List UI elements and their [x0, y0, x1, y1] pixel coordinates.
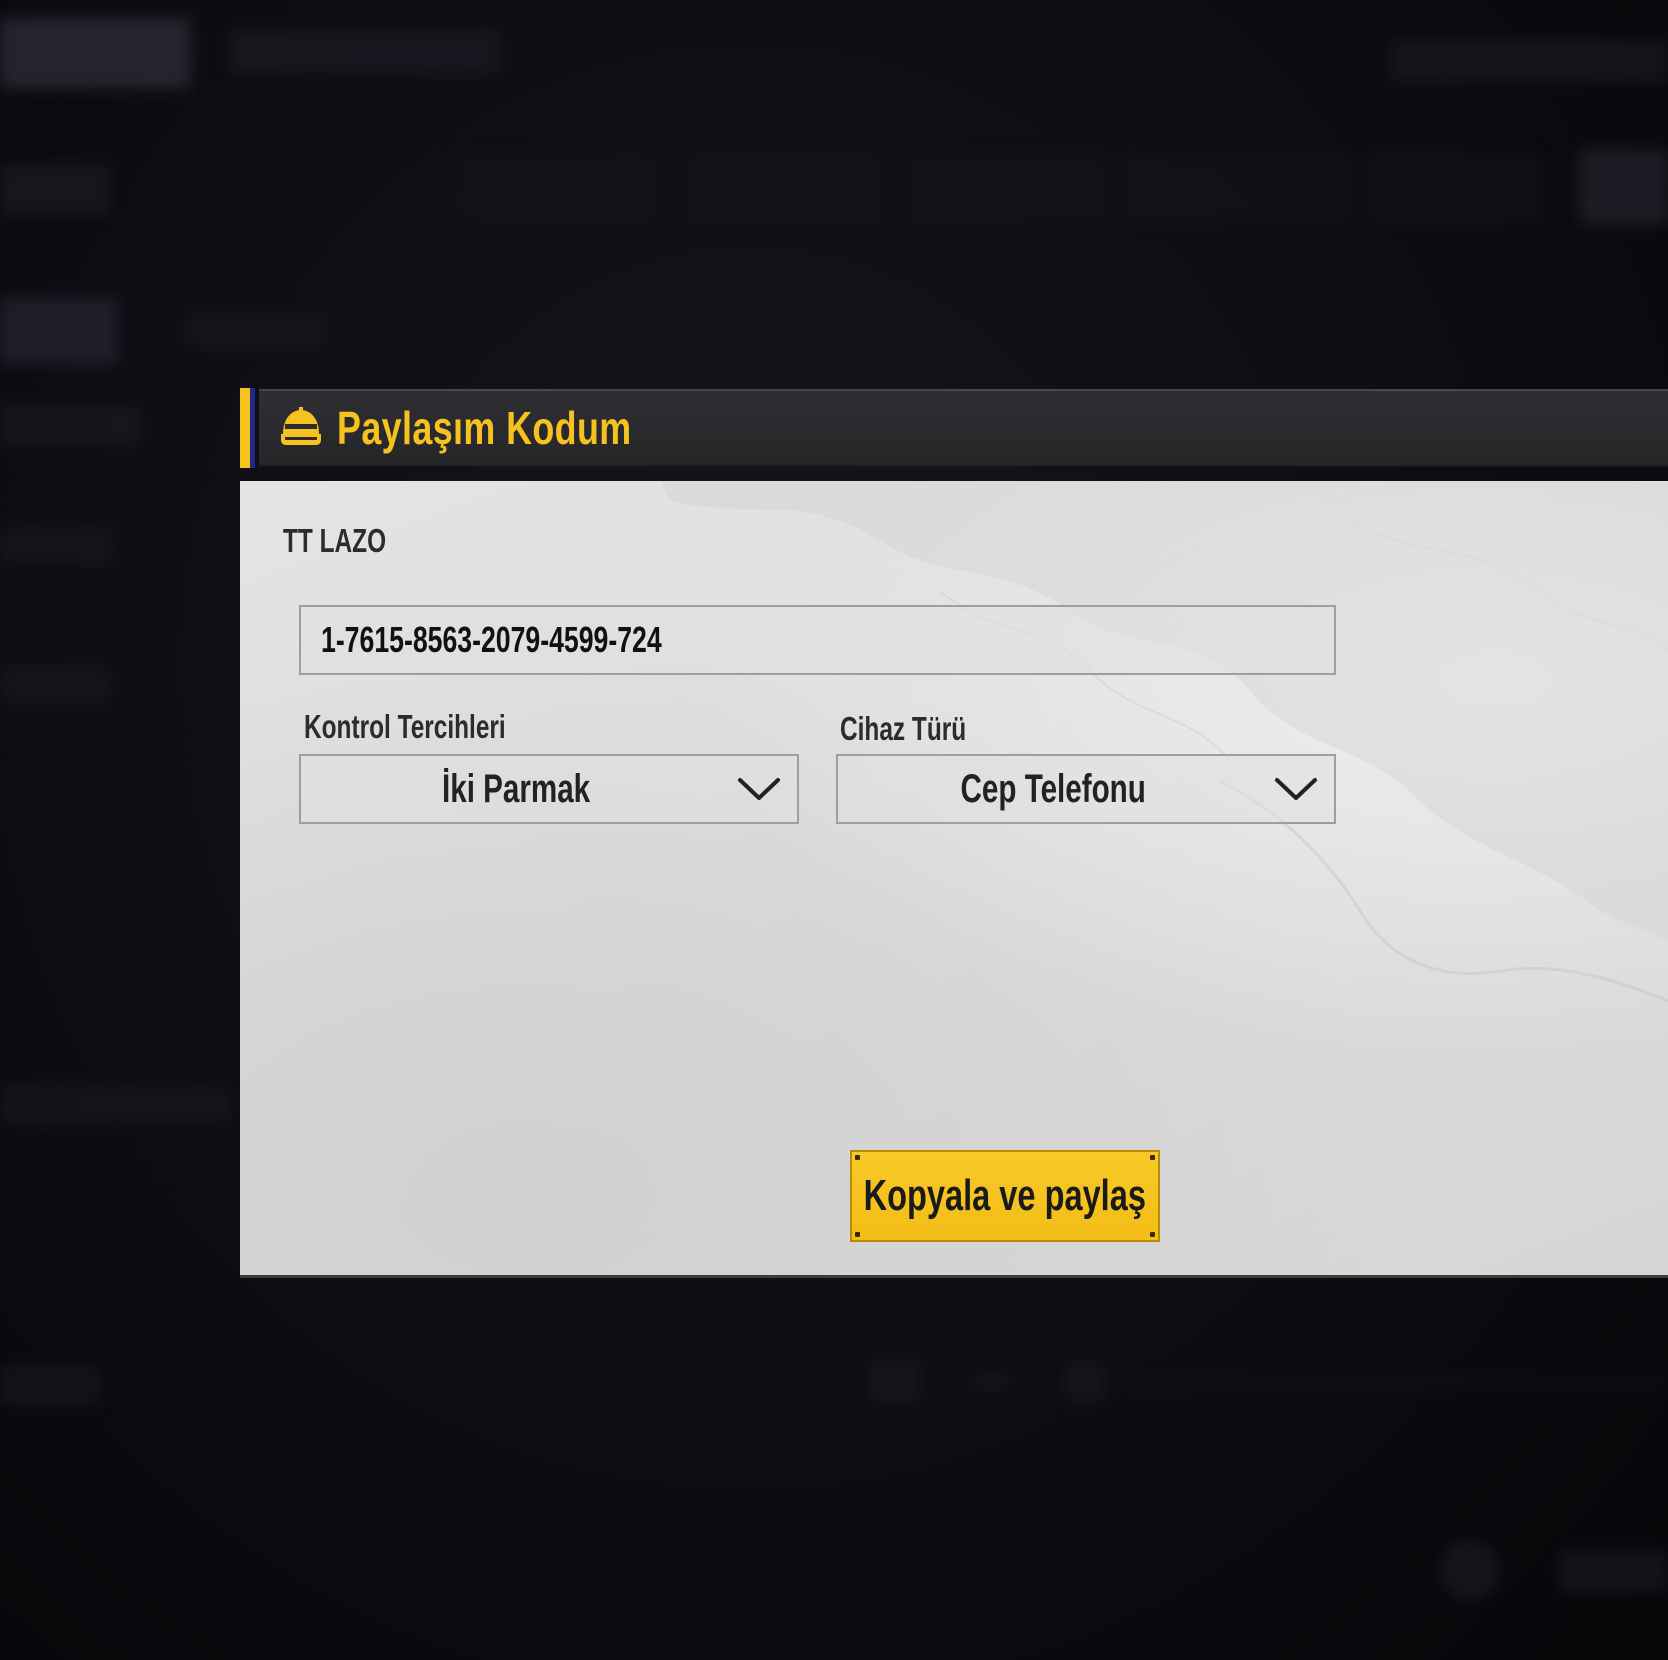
bg-sub-tab — [185, 312, 325, 348]
button-rivet — [1150, 1155, 1155, 1160]
bg-slider-minus — [970, 1375, 1010, 1389]
bg-top-label — [230, 30, 500, 74]
helmet-icon — [281, 407, 321, 445]
bg-tab — [910, 152, 1110, 224]
dialog-title: Paylaşım Kodum — [337, 402, 632, 454]
bg-tab — [1120, 152, 1350, 224]
bg-side-item — [0, 1365, 100, 1405]
share-code-field[interactable]: 1-7615-8563-2079-4599-724 — [299, 605, 1336, 675]
bg-tab — [455, 152, 655, 224]
control-pref-select[interactable]: İki Parmak — [299, 754, 799, 824]
player-name: TT LAZO — [283, 522, 387, 559]
bg-slider-value — [870, 1360, 920, 1404]
copy-and-share-button[interactable]: Kopyala ve paylaş — [850, 1150, 1160, 1242]
chevron-down-icon — [1275, 778, 1317, 800]
bg-divider — [0, 465, 235, 466]
bg-side-item — [0, 665, 110, 705]
copy-and-share-label: Kopyala ve paylaş — [863, 1171, 1147, 1220]
bg-slider-icon — [1065, 1362, 1105, 1402]
button-rivet — [855, 1232, 860, 1237]
device-type-value-wrap: Cep Telefonu — [838, 756, 1268, 822]
chevron-down-icon — [738, 778, 780, 800]
bg-tab — [685, 152, 885, 224]
bg-side-item — [0, 525, 115, 565]
bg-sub-tab-active — [0, 298, 118, 364]
button-rivet — [1150, 1232, 1155, 1237]
control-pref-label: Kontrol Tercihleri — [304, 708, 506, 745]
dialog-bottom-border — [240, 1275, 1668, 1278]
device-type-value: Cep Telefonu — [960, 766, 1146, 811]
bg-search-icon — [1440, 1540, 1500, 1600]
bg-side-heading — [0, 165, 110, 215]
share-code-value: 1-7615-8563-2079-4599-724 — [321, 619, 662, 660]
bg-side-item — [0, 1085, 230, 1125]
title-accent-bar — [240, 388, 250, 468]
bg-top-right-text — [1390, 40, 1668, 82]
bg-divider — [0, 605, 235, 606]
bg-top-tab — [0, 18, 190, 88]
control-pref-value-wrap: İki Parmak — [301, 756, 731, 822]
device-type-label: Cihaz Türü — [840, 710, 967, 747]
control-pref-value: İki Parmak — [441, 766, 591, 811]
bg-slider-track — [1120, 1380, 1668, 1386]
bg-divider — [0, 1175, 235, 1176]
dialog-title-bar: Paylaşım Kodum — [259, 389, 1668, 467]
bg-divider — [0, 745, 235, 746]
button-rivet — [855, 1155, 860, 1160]
bg-tab — [1370, 152, 1540, 224]
device-type-select[interactable]: Cep Telefonu — [836, 754, 1336, 824]
bg-side-item — [0, 405, 140, 445]
title-accent-stripe — [250, 388, 255, 468]
bg-bottom-right-text — [1560, 1550, 1668, 1592]
bg-tab-active — [1580, 150, 1668, 224]
